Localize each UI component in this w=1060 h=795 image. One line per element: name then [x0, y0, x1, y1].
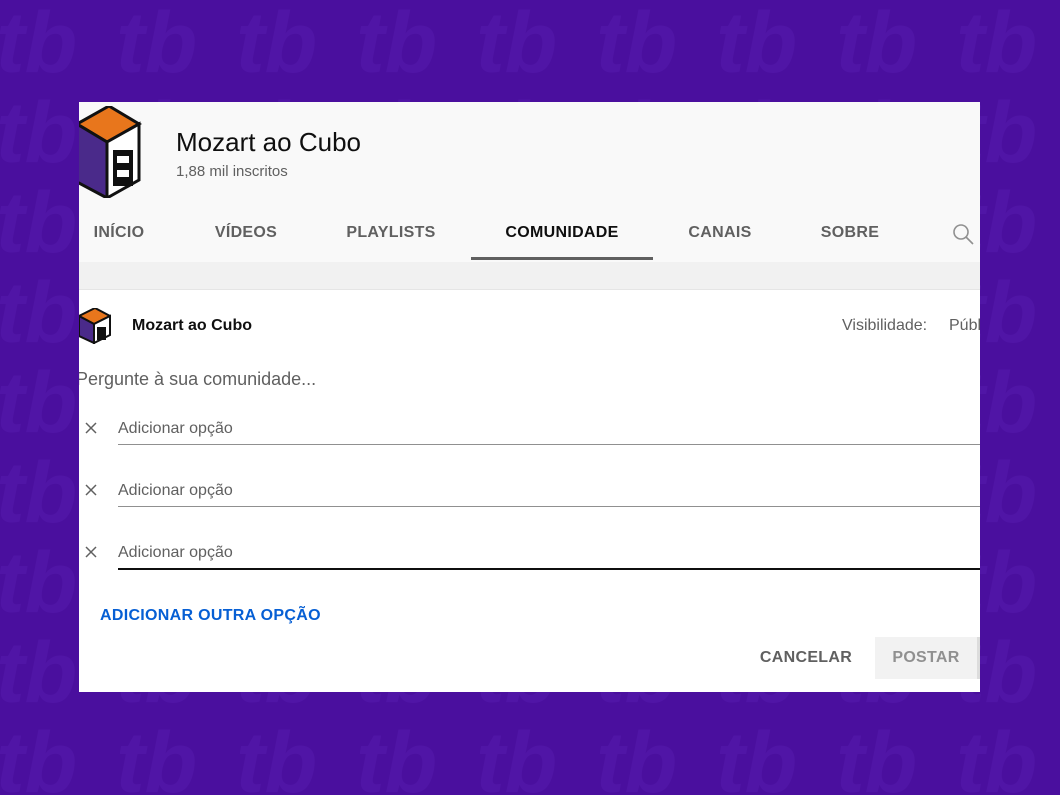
channel-tabs: INÍCIO VÍDEOS PLAYLISTS COMUNIDADE CANAI…: [79, 210, 980, 260]
poll-option-row: [79, 538, 980, 578]
search-icon[interactable]: [951, 222, 975, 246]
tab-playlists[interactable]: PLAYLISTS: [335, 210, 447, 260]
close-icon[interactable]: [83, 420, 99, 436]
channel-logo-icon[interactable]: [79, 106, 143, 198]
post-button[interactable]: POSTAR: [875, 637, 977, 679]
visibility-dropdown[interactable]: Públ: [949, 317, 980, 335]
poll-option-row: [79, 414, 980, 454]
visibility-label: Visibilidade:: [842, 317, 928, 334]
channel-header: Mozart ao Cubo 1,88 mil inscritos INÍCIO…: [79, 102, 980, 262]
button-edge: [977, 637, 980, 679]
channel-title: Mozart ao Cubo: [176, 127, 361, 157]
poll-option-input-2[interactable]: [118, 476, 980, 507]
poll-option-input-3[interactable]: [118, 538, 980, 570]
poll-option-input-1[interactable]: [118, 414, 980, 445]
tab-inicio[interactable]: INÍCIO: [79, 210, 159, 260]
poll-option-row: [79, 476, 980, 516]
divider-band: [79, 262, 980, 290]
tab-canais[interactable]: CANAIS: [675, 210, 765, 260]
cancel-button[interactable]: CANCELAR: [747, 637, 865, 679]
subscriber-count: 1,88 mil inscritos: [176, 163, 288, 180]
close-icon[interactable]: [83, 482, 99, 498]
tab-sobre[interactable]: SOBRE: [805, 210, 895, 260]
author-avatar: [79, 308, 111, 344]
add-option-button[interactable]: ADICIONAR OUTRA OPÇÃO: [100, 607, 321, 625]
tab-comunidade[interactable]: COMUNIDADE: [471, 210, 653, 260]
tab-videos[interactable]: VÍDEOS: [199, 210, 293, 260]
close-icon[interactable]: [83, 544, 99, 560]
post-author-name: Mozart ao Cubo: [132, 317, 252, 334]
poll-question-input[interactable]: Pergunte à sua comunidade...: [79, 369, 316, 390]
youtube-channel-window: Mozart ao Cubo 1,88 mil inscritos INÍCIO…: [79, 102, 980, 692]
